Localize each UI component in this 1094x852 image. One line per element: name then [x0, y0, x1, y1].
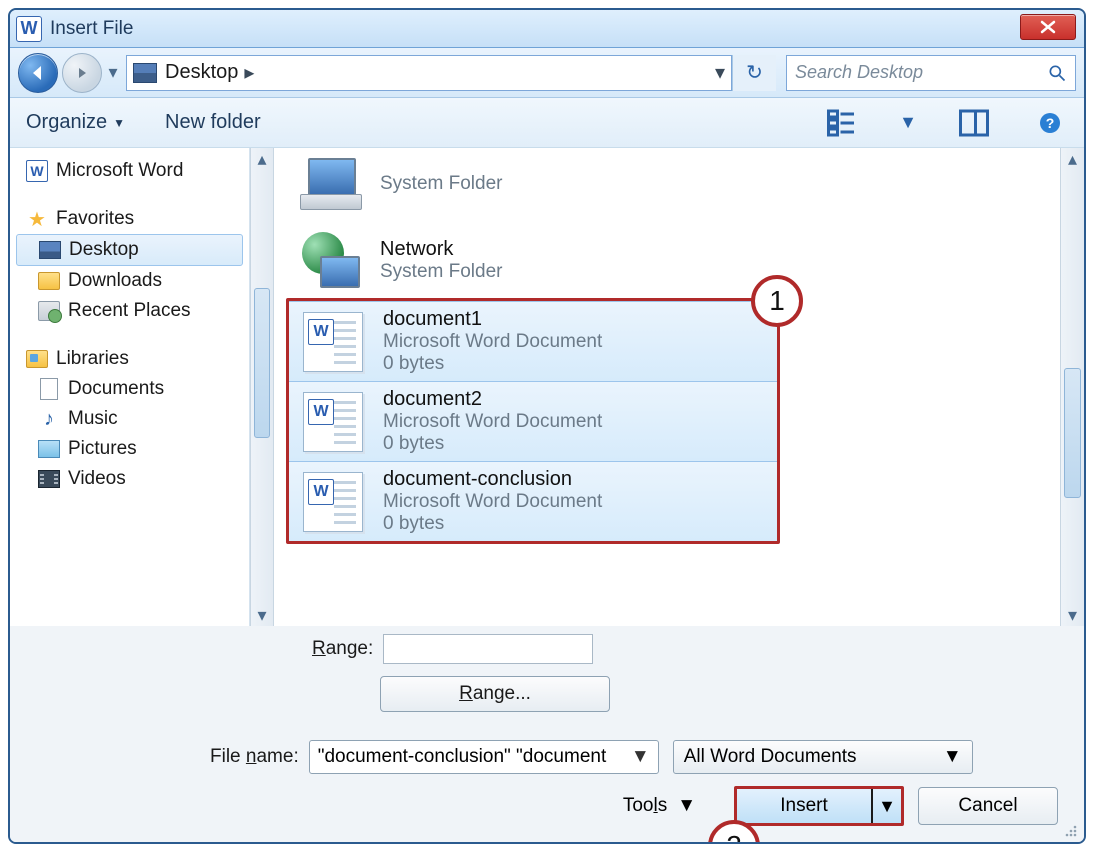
selected-files-group: 1 document1 Microsoft Word Document 0 by…: [286, 298, 780, 544]
scroll-down-icon[interactable]: ▾: [251, 604, 273, 626]
breadcrumb-location: Desktop: [165, 61, 238, 84]
resize-grip-icon: [1062, 822, 1078, 838]
scroll-up-icon[interactable]: ▴: [1061, 148, 1084, 170]
organize-button[interactable]: Organize ▼: [26, 111, 125, 134]
breadcrumb-separator-icon[interactable]: ▸: [244, 60, 254, 85]
filename-label: File name:: [210, 746, 299, 768]
view-list-icon: [824, 105, 860, 141]
sidebar-item-downloads[interactable]: Downloads: [10, 266, 249, 296]
filelist-scrollbar[interactable]: ▴ ▾: [1060, 148, 1084, 626]
nav-row: ▾ Desktop ▸ ▾ ↻ Search Desktop: [10, 48, 1084, 98]
insert-button-wrap: Insert ▼ 2: [734, 786, 904, 826]
word-app-icon: W: [16, 16, 42, 42]
sidebar-item-pictures[interactable]: Pictures: [10, 434, 249, 464]
star-icon: ★: [26, 208, 48, 230]
pane-icon: [956, 105, 992, 141]
scroll-up-icon[interactable]: ▴: [251, 148, 273, 170]
sidebar-item-recent[interactable]: Recent Places: [10, 296, 249, 326]
list-item-document2[interactable]: document2 Microsoft Word Document 0 byte…: [289, 381, 777, 461]
chevron-down-icon: ▼: [677, 795, 696, 817]
titlebar: W Insert File: [10, 10, 1084, 48]
file-type-filter[interactable]: All Word Documents ▼: [673, 740, 973, 774]
view-mode-button[interactable]: [824, 109, 860, 137]
nav-history-dropdown[interactable]: ▾: [106, 55, 120, 91]
word-document-icon: [303, 392, 363, 452]
close-button[interactable]: [1020, 14, 1076, 40]
help-icon: ?: [1038, 111, 1062, 135]
search-input[interactable]: Search Desktop: [786, 55, 1076, 91]
nav-back-button[interactable]: [18, 53, 58, 93]
computer-icon: [300, 158, 360, 210]
svg-text:?: ?: [1046, 115, 1055, 131]
view-dropdown[interactable]: ▼: [900, 109, 916, 137]
word-document-icon: [303, 472, 363, 532]
documents-icon: [40, 378, 58, 400]
arrow-left-icon: [29, 64, 47, 82]
sidebar-item-videos[interactable]: Videos: [10, 464, 249, 494]
music-icon: ♪: [38, 408, 60, 430]
scroll-thumb[interactable]: [254, 288, 270, 438]
chevron-down-icon[interactable]: ▼: [943, 746, 962, 768]
breadcrumb-dropdown-icon[interactable]: ▾: [715, 60, 725, 85]
list-item-document-conclusion[interactable]: document-conclusion Microsoft Word Docum…: [289, 461, 777, 541]
callout-1: 1: [751, 275, 803, 327]
videos-icon: [38, 470, 60, 488]
breadcrumb-bar[interactable]: Desktop ▸ ▾: [126, 55, 732, 91]
folder-icon: [38, 272, 60, 290]
desktop-icon: [133, 63, 157, 83]
scroll-down-icon[interactable]: ▾: [1061, 604, 1084, 626]
range-label: Range:: [312, 638, 373, 660]
new-folder-button[interactable]: New folder: [165, 111, 261, 134]
preview-pane-button[interactable]: [956, 109, 992, 137]
list-item-computer[interactable]: System Folder: [286, 152, 1060, 222]
list-item-document1[interactable]: document1 Microsoft Word Document 0 byte…: [289, 301, 777, 381]
scroll-thumb[interactable]: [1064, 368, 1081, 498]
navigation-sidebar: W Microsoft Word ★ Favorites Desktop Dow…: [10, 148, 250, 626]
range-button[interactable]: Range...: [380, 676, 610, 712]
insert-dropdown[interactable]: ▼: [871, 789, 901, 823]
sidebar-item-music[interactable]: ♪ Music: [10, 404, 249, 434]
window-title: Insert File: [50, 18, 133, 40]
refresh-button[interactable]: ↻: [732, 55, 776, 91]
recent-places-icon: [38, 301, 60, 321]
sidebar-item-documents[interactable]: Documents: [10, 374, 249, 404]
sidebar-group-libraries[interactable]: Libraries: [10, 344, 249, 374]
sidebar-group-favorites[interactable]: ★ Favorites: [10, 204, 249, 234]
chevron-down-icon: ▼: [113, 116, 125, 130]
word-document-icon: [303, 312, 363, 372]
main-area: W Microsoft Word ★ Favorites Desktop Dow…: [10, 148, 1084, 626]
pictures-icon: [38, 440, 60, 458]
network-icon: [300, 232, 360, 288]
chevron-down-icon[interactable]: ▼: [631, 746, 650, 768]
word-icon: W: [26, 160, 48, 182]
nav-forward-button[interactable]: [62, 53, 102, 93]
refresh-icon: ↻: [746, 60, 763, 85]
range-input[interactable]: [383, 634, 593, 664]
sidebar-item-desktop[interactable]: Desktop: [16, 234, 243, 266]
sidebar-scrollbar[interactable]: ▴ ▾: [250, 148, 274, 626]
desktop-icon: [39, 241, 61, 259]
insert-file-dialog: W Insert File ▾ Desktop ▸ ▾ ↻ Search Des…: [8, 8, 1086, 844]
close-icon: [1039, 20, 1057, 34]
arrow-right-icon: [75, 66, 89, 80]
file-list: System Folder Network System Folder 1 do…: [274, 148, 1060, 626]
bottom-panel: Range: Range... File name: "document-con…: [10, 626, 1084, 842]
toolbar: Organize ▼ New folder ▼ ?: [10, 98, 1084, 148]
insert-button[interactable]: Insert ▼: [734, 786, 904, 826]
resize-grip[interactable]: [1062, 822, 1078, 838]
libraries-icon: [26, 350, 48, 368]
list-item-network[interactable]: Network System Folder: [286, 222, 1060, 298]
tools-button[interactable]: Tools ▼: [623, 795, 696, 817]
search-icon: [1047, 63, 1067, 83]
filename-input[interactable]: "document-conclusion" "document ▼: [309, 740, 659, 774]
search-placeholder: Search Desktop: [795, 62, 1047, 83]
help-button[interactable]: ?: [1032, 109, 1068, 137]
sidebar-item-word[interactable]: W Microsoft Word: [10, 156, 249, 186]
cancel-button[interactable]: Cancel: [918, 787, 1058, 825]
